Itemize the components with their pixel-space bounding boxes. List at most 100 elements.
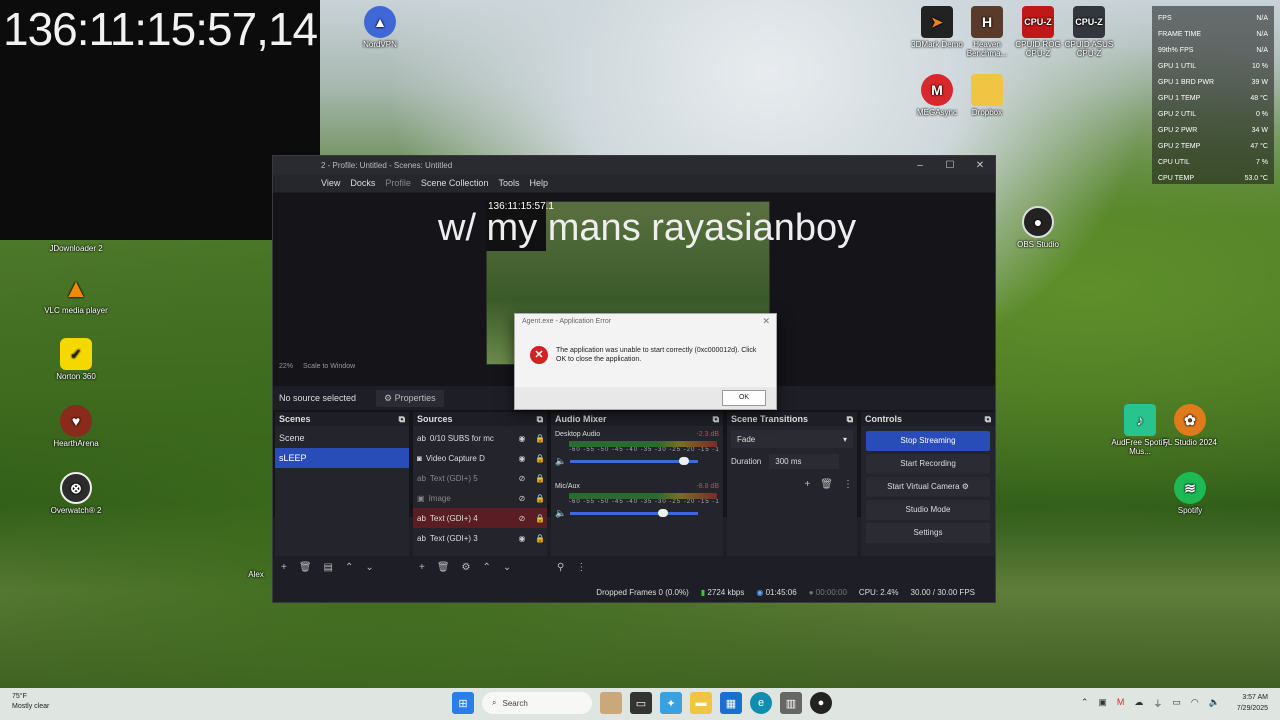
maximize-icon[interactable]: ☐	[935, 156, 965, 174]
lock-icon[interactable]: 🔒	[533, 534, 547, 543]
lock-icon[interactable]: 🔒	[533, 434, 547, 443]
file-explorer-icon[interactable]: ▬	[690, 692, 712, 714]
volume-slider-knob[interactable]	[657, 509, 668, 517]
desktop-icon-norton[interactable]: ✓ Norton 360	[44, 338, 108, 381]
more-icon[interactable]: ⋮	[576, 562, 586, 573]
duration-input[interactable]: 300 ms	[769, 454, 840, 469]
down-icon[interactable]: ⌄	[365, 562, 373, 573]
menu-tools[interactable]: Tools	[498, 178, 519, 188]
desktop-icon-jdownloader[interactable]: JDownloader 2	[44, 210, 108, 253]
desktop-icon-obs[interactable]: ● OBS Studio	[1006, 206, 1070, 249]
link-icon[interactable]: ⚲	[557, 562, 564, 573]
eye-icon[interactable]: ◉	[515, 434, 529, 443]
source-item[interactable]: ◙ Video Capture D ◉ 🔒	[413, 448, 547, 468]
desktop-icon-cpuz-asus[interactable]: CPU-Z CPUID ASUS CPU-Z	[1057, 6, 1121, 58]
app-icon[interactable]: ▥	[780, 692, 802, 714]
gear-icon[interactable]: ⚙	[462, 562, 471, 573]
ok-button[interactable]: OK	[722, 390, 766, 406]
search-box[interactable]: ⌕ Search	[482, 692, 592, 714]
eye-hidden-icon[interactable]: ⊘	[515, 494, 529, 503]
properties-button[interactable]: ⚙ Properties	[376, 389, 444, 407]
studio-mode-button[interactable]: Studio Mode	[866, 500, 990, 520]
task-view-icon[interactable]: ▭	[630, 692, 652, 714]
desktop-icon-overwatch[interactable]: ⊗ Overwatch® 2	[44, 472, 108, 515]
trash-icon[interactable]: 🗑	[299, 562, 312, 573]
scale-to-window[interactable]: Scale to Window	[303, 363, 355, 370]
wifi-icon[interactable]: ◠	[1191, 697, 1199, 710]
up-icon[interactable]: ⌃	[483, 562, 491, 573]
up-icon[interactable]: ⌃	[345, 562, 353, 573]
desktop-icon-spotify[interactable]: ≋ Spotify	[1158, 472, 1222, 515]
speaker-icon[interactable]: 🔈	[555, 456, 566, 467]
menu-view[interactable]: View	[321, 178, 340, 188]
add-icon[interactable]: +	[281, 562, 287, 573]
monitor-icon[interactable]: ▭	[1172, 697, 1181, 710]
copilot-icon[interactable]: ✦	[660, 692, 682, 714]
add-icon[interactable]: +	[419, 562, 425, 573]
desktop-icon-flstudio[interactable]: ✿ FL Studio 2024	[1158, 404, 1222, 447]
store-icon[interactable]: ▦	[720, 692, 742, 714]
lock-icon[interactable]: 🔒	[533, 494, 547, 503]
edge-icon[interactable]: e	[750, 692, 772, 714]
desktop-icon-heartharena[interactable]: ♥ HearthArena	[44, 405, 108, 448]
windows-start-icon[interactable]: ⊞	[452, 692, 474, 714]
menu-docks[interactable]: Docks	[350, 178, 375, 188]
menu-profile[interactable]: Profile	[385, 178, 411, 188]
chevron-up-icon[interactable]: ⌃	[1081, 697, 1089, 710]
volume-slider[interactable]	[570, 457, 699, 465]
eye-icon[interactable]: ◉	[515, 454, 529, 463]
menu-help[interactable]: Help	[529, 178, 548, 188]
more-icon[interactable]: ⋮	[843, 479, 853, 490]
dock-float-icon[interactable]: ⧉	[713, 414, 719, 425]
taskbar-clock[interactable]: 3:57 AM 7/29/2025	[1237, 692, 1268, 714]
transition-select[interactable]: Fade ▾	[731, 430, 853, 448]
tray-app-icon[interactable]: ▣	[1098, 697, 1107, 710]
usb-icon[interactable]: ⏚	[1153, 697, 1162, 710]
source-item[interactable]: ab Text (GDI+) 5 ⊘ 🔒	[413, 468, 547, 488]
source-item[interactable]: ▣ Image ⊘ 🔒	[413, 488, 547, 508]
settings-button[interactable]: Settings	[866, 523, 990, 543]
lock-icon[interactable]: 🔒	[533, 454, 547, 463]
volume-slider[interactable]	[570, 509, 699, 517]
lock-icon[interactable]: 🔒	[533, 514, 547, 523]
start-recording-button[interactable]: Start Recording	[866, 454, 990, 474]
speaker-icon[interactable]: 🔈	[555, 508, 566, 519]
eye-hidden-icon[interactable]: ⊘	[515, 514, 529, 523]
volume-slider-knob[interactable]	[678, 457, 689, 465]
desktop-icon-vlc[interactable]: ▲ VLC media player	[44, 272, 108, 316]
obs-taskbar-icon[interactable]: ●	[810, 692, 832, 714]
desktop-icon-nordvpn[interactable]: ▲ NordVPN	[348, 6, 412, 49]
add-icon[interactable]: +	[804, 479, 810, 490]
obs-title-bar[interactable]: 2 - Profile: Untitled - Scenes: Untitled	[273, 156, 995, 174]
source-item-selected[interactable]: ab Text (GDI+) 4 ⊘ 🔒	[413, 508, 547, 528]
dock-float-icon[interactable]: ⧉	[537, 414, 543, 425]
eye-icon[interactable]: ◉	[515, 534, 529, 543]
filter-icon[interactable]: ▤	[324, 562, 333, 573]
clock-time: 3:57 AM	[1242, 694, 1268, 701]
weather-widget[interactable]: 75°F Mostly clear	[12, 692, 49, 712]
zoom-level[interactable]: 22%	[279, 363, 293, 370]
trash-icon[interactable]: 🗑	[437, 562, 450, 573]
mega-tray-icon[interactable]: M	[1117, 697, 1125, 710]
dock-float-icon[interactable]: ⧉	[847, 414, 853, 425]
eye-hidden-icon[interactable]: ⊘	[515, 474, 529, 483]
volume-icon[interactable]: 🔈	[1209, 697, 1220, 710]
down-icon[interactable]: ⌄	[503, 562, 511, 573]
lock-icon[interactable]: 🔒	[533, 474, 547, 483]
dock-float-icon[interactable]: ⧉	[399, 414, 405, 425]
trash-icon[interactable]: 🗑	[820, 479, 833, 490]
close-icon[interactable]: ✕	[965, 156, 995, 174]
source-item[interactable]: ab Text (GDI+) 3 ◉ 🔒	[413, 528, 547, 548]
close-icon[interactable]: ✕	[762, 316, 770, 327]
source-item[interactable]: ab 0/10 SUBS for mc ◉ 🔒	[413, 428, 547, 448]
stop-streaming-button[interactable]: Stop Streaming	[866, 431, 990, 451]
scene-item[interactable]: Scene	[275, 428, 409, 448]
dock-float-icon[interactable]: ⧉	[985, 414, 991, 425]
menu-scene-collection[interactable]: Scene Collection	[421, 178, 489, 188]
minimize-icon[interactable]: –	[905, 156, 935, 174]
start-virtual-camera-button[interactable]: Start Virtual Camera ⚙	[866, 477, 990, 497]
desktop-icon-dropbox[interactable]: Dropbox	[955, 74, 1019, 117]
scene-item-selected[interactable]: sLEEP	[275, 448, 409, 468]
gear-icon[interactable]: ⚙	[962, 482, 969, 491]
cloud-icon[interactable]: ☁	[1134, 697, 1143, 710]
